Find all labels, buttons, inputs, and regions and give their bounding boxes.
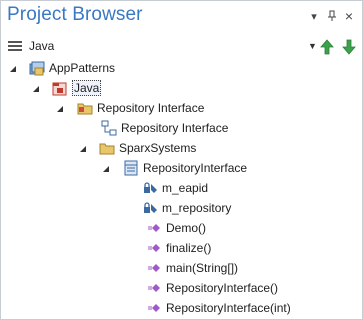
tree-node-operation[interactable]: main(String[]): [148, 258, 238, 278]
collapse-triangle-icon[interactable]: [102, 165, 110, 173]
move-up-arrow-icon[interactable]: [319, 38, 335, 56]
private-attribute-icon: [144, 182, 157, 193]
tree-node-root[interactable]: AppPatterns: [29, 58, 115, 78]
tree-node-label: Demo(): [166, 221, 207, 235]
tree-node-label: main(String[]): [166, 261, 239, 275]
tree-node-label: Repository Interface: [97, 101, 205, 115]
tree-node-label: RepositoryInterface: [143, 161, 248, 175]
project-browser-panel: Project Browser ▾ × Java ▼ AppPatterns J…: [0, 0, 363, 320]
tree-node-label: SparxSystems: [119, 141, 197, 155]
operation-icon: [148, 304, 160, 312]
toolbar: Java ▼: [1, 36, 362, 58]
tree-node-label: AppPatterns: [49, 61, 116, 75]
private-attribute-icon: [144, 202, 157, 213]
tree-node-label: RepositoryInterface(int): [166, 301, 291, 315]
collapse-triangle-icon[interactable]: [9, 65, 17, 73]
collapse-triangle-icon[interactable]: [32, 85, 40, 93]
move-down-arrow-icon[interactable]: [341, 38, 357, 56]
tree-node-label: Java: [72, 80, 102, 96]
folder-icon: [99, 143, 115, 155]
package-folder-icon: [77, 103, 93, 115]
close-icon[interactable]: ×: [342, 8, 356, 24]
tree-node-repository-interface-diagram[interactable]: Repository Interface: [101, 118, 228, 138]
tree-node-label: m_eapid: [162, 181, 209, 195]
chevron-down-icon[interactable]: ▼: [308, 41, 317, 51]
tree-node-operation[interactable]: RepositoryInterface(int): [148, 298, 291, 318]
tree-node-operation[interactable]: RepositoryInterface(): [148, 278, 278, 298]
title-bar: Project Browser ▾ ×: [1, 1, 362, 34]
package-root-icon: [52, 82, 67, 96]
tree-node-label: finalize(): [166, 241, 212, 255]
class-diagram-icon: [101, 120, 117, 136]
panel-menu-dropdown-icon[interactable]: ▾: [307, 9, 321, 23]
pin-icon[interactable]: [325, 9, 339, 23]
operation-icon: [148, 244, 160, 252]
tree-node-sparxsystems[interactable]: SparxSystems: [99, 138, 196, 158]
class-icon: [124, 160, 138, 176]
collapse-triangle-icon[interactable]: [79, 145, 87, 153]
tree-node-label: Repository Interface: [121, 121, 229, 135]
collapse-triangle-icon[interactable]: [56, 105, 64, 113]
hamburger-menu-icon[interactable]: [8, 41, 22, 52]
tree-node-label: m_repository: [162, 201, 232, 215]
operation-icon: [148, 224, 160, 232]
tree-node-java[interactable]: Java: [52, 78, 102, 98]
operation-icon: [148, 284, 160, 292]
tree-node-attribute[interactable]: m_repository: [142, 198, 231, 218]
tree-node-repository-interface-package[interactable]: Repository Interface: [77, 98, 204, 118]
tree-node-operation[interactable]: finalize(): [148, 238, 211, 258]
tree-node-attribute[interactable]: m_eapid: [142, 178, 208, 198]
model-root-icon: [29, 61, 45, 76]
operation-icon: [148, 264, 160, 272]
tree-node-operation[interactable]: Demo(): [148, 218, 206, 238]
panel-title: Project Browser: [7, 4, 143, 25]
tree-node-repository-interface-class[interactable]: RepositoryInterface: [123, 158, 247, 178]
tree-node-label: RepositoryInterface(): [166, 281, 279, 295]
current-package-label: Java: [29, 39, 55, 53]
